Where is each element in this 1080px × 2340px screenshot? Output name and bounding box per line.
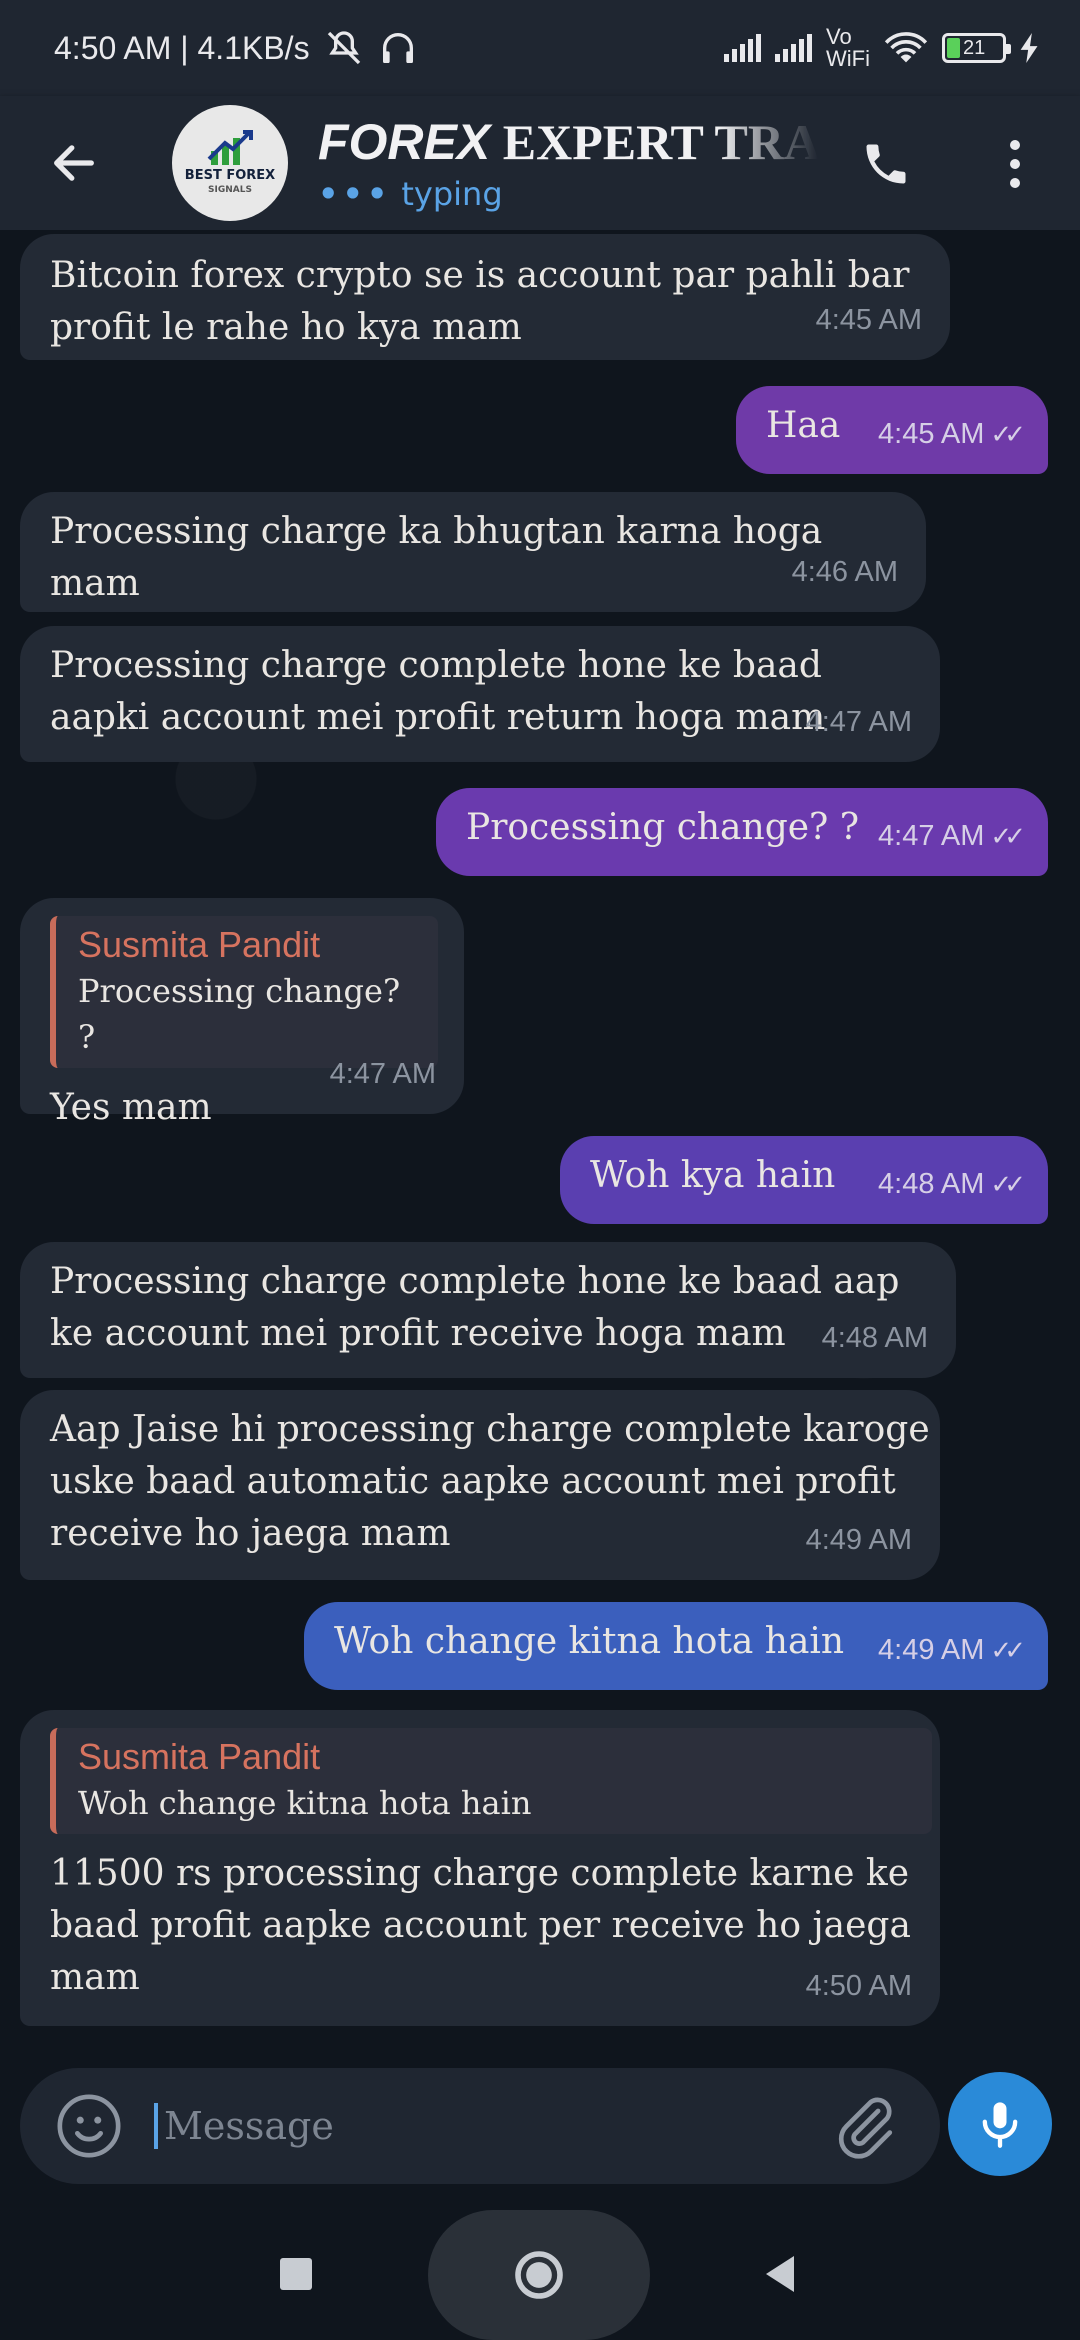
message-outgoing[interactable]: Woh kya hain 4:48 AM ✓✓ bbox=[560, 1136, 1048, 1224]
phone-icon bbox=[866, 144, 906, 184]
message-time: 4:49 AM ✓✓ bbox=[878, 1634, 1026, 1666]
message-time: 4:47 AM bbox=[329, 1058, 436, 1090]
message-incoming[interactable]: Processing charge complete hone ke baad … bbox=[20, 626, 940, 762]
message-text: Processing change? ? bbox=[466, 807, 860, 848]
message-incoming-reply[interactable]: Susmita Pandit Woh change kitna hota hai… bbox=[20, 1710, 940, 2026]
message-time: 4:48 AM ✓✓ bbox=[878, 1168, 1026, 1200]
message-time: 4:45 AM bbox=[815, 304, 922, 336]
status-bar: 4:50 AM | 4.1KB/s Vo WiFi 21 bbox=[0, 0, 1080, 96]
message-time: 4:46 AM bbox=[791, 556, 898, 588]
mute-icon bbox=[327, 31, 360, 65]
message-text: Woh kya hain bbox=[590, 1155, 836, 1196]
back-button[interactable] bbox=[34, 123, 114, 203]
reply-author: Susmita Pandit bbox=[78, 1736, 321, 1777]
double-check-icon: ✓✓ bbox=[990, 419, 1025, 449]
nav-back-icon[interactable] bbox=[762, 2254, 798, 2294]
signal-1-icon bbox=[724, 34, 762, 62]
message-incoming[interactable]: Processing charge ka bhugtan karna hoga … bbox=[20, 492, 926, 612]
double-check-icon: ✓✓ bbox=[990, 1169, 1025, 1199]
battery-icon: 21 bbox=[942, 33, 1011, 63]
emoji-icon[interactable] bbox=[54, 2091, 124, 2161]
chat-header: BEST FOREX SIGNALS FOREX EXPERT TRA ••• t… bbox=[0, 96, 1080, 230]
charging-icon bbox=[1020, 33, 1038, 63]
message-outgoing[interactable]: Processing change? ? 4:47 AM ✓✓ bbox=[436, 788, 1048, 876]
message-text: Processing charge complete hone ke baad … bbox=[50, 1261, 900, 1354]
message-input[interactable] bbox=[154, 2103, 786, 2149]
double-check-icon: ✓✓ bbox=[990, 821, 1025, 851]
reply-text: Processing change? ? bbox=[78, 972, 401, 1056]
message-time: 4:50 AM bbox=[805, 1970, 912, 2002]
message-time: 4:47 AM ✓✓ bbox=[878, 820, 1026, 852]
voice-record-button[interactable] bbox=[948, 2072, 1052, 2176]
message-text: Processing charge ka bhugtan karna hoga … bbox=[50, 511, 823, 604]
more-options-button[interactable] bbox=[990, 130, 1040, 198]
avatar-sublabel: SIGNALS bbox=[208, 185, 252, 195]
message-incoming[interactable]: Processing charge complete hone ke baad … bbox=[20, 1242, 956, 1378]
headphones-icon bbox=[382, 33, 413, 63]
reply-quote[interactable]: Susmita Pandit Woh change kitna hota hai… bbox=[50, 1728, 932, 1834]
reply-quote[interactable]: Susmita Pandit Processing change? ? bbox=[50, 916, 438, 1068]
message-text: 11500 rs processing charge complete karn… bbox=[50, 1853, 911, 1998]
message-text: Processing charge complete hone ke baad … bbox=[50, 645, 826, 738]
double-check-icon: ✓✓ bbox=[990, 1635, 1025, 1665]
message-outgoing[interactable]: Woh change kitna hota hain 4:49 AM ✓✓ bbox=[304, 1602, 1048, 1690]
reply-author: Susmita Pandit bbox=[78, 924, 321, 965]
composer bbox=[20, 2068, 940, 2184]
message-text: Woh change kitna hota hain bbox=[334, 1621, 845, 1662]
reply-text: Woh change kitna hota hain bbox=[78, 1784, 532, 1822]
signal-2-icon bbox=[775, 34, 813, 62]
message-incoming[interactable]: Bitcoin forex crypto se is account par p… bbox=[20, 234, 950, 360]
message-time: 4:45 AM ✓✓ bbox=[878, 418, 1026, 450]
home-circle-icon bbox=[515, 2251, 563, 2299]
message-text: Aap Jaise hi processing charge complete … bbox=[50, 1409, 930, 1554]
chat-title: FOREX EXPERT TRA bbox=[318, 114, 818, 170]
chat-info[interactable]: FOREX EXPERT TRA ••• typing bbox=[318, 113, 818, 213]
call-button[interactable] bbox=[852, 130, 920, 198]
message-time: 4:49 AM bbox=[805, 1524, 912, 1556]
message-text: Bitcoin forex crypto se is account par p… bbox=[50, 255, 910, 348]
message-list[interactable]: Bitcoin forex crypto se is account par p… bbox=[0, 230, 1080, 2060]
paperclip-icon[interactable] bbox=[830, 2092, 900, 2162]
avatar-label: BEST FOREX bbox=[184, 168, 276, 183]
message-text: Haa bbox=[766, 405, 841, 446]
wifi-icon bbox=[884, 32, 928, 63]
typing-status: ••• typing bbox=[318, 175, 503, 213]
recents-button[interactable] bbox=[280, 2258, 312, 2290]
vowifi-icon: Vo WiFi bbox=[826, 24, 870, 71]
message-time: 4:47 AM bbox=[805, 706, 912, 738]
message-time: 4:48 AM bbox=[821, 1322, 928, 1354]
arrow-left-icon bbox=[54, 145, 94, 181]
message-incoming-reply[interactable]: Susmita Pandit Processing change? ? Yes … bbox=[20, 898, 464, 1128]
chart-logo-icon bbox=[207, 130, 253, 165]
message-outgoing[interactable]: Haa 4:45 AM ✓✓ bbox=[736, 386, 1048, 474]
message-incoming[interactable]: Aap Jaise hi processing charge complete … bbox=[20, 1390, 940, 1580]
avatar[interactable]: BEST FOREX SIGNALS bbox=[172, 105, 288, 221]
microphone-icon bbox=[982, 2102, 1018, 2148]
home-button[interactable] bbox=[428, 2210, 650, 2340]
status-time: 4:50 AM | 4.1KB/s bbox=[54, 29, 310, 66]
